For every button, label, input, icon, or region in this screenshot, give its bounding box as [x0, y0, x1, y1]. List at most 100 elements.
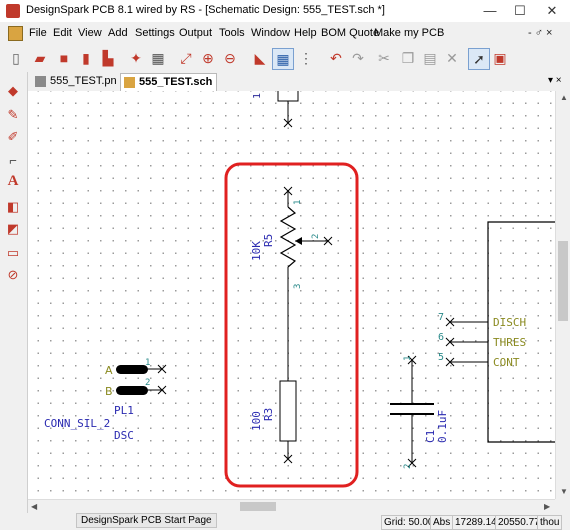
left-toolbar: ◆ ✎ ✐ ⌐ A ◧ ◩ ▭ ⊘	[0, 72, 28, 530]
ic-pin7-num: 7	[438, 312, 444, 323]
horizontal-scrollbar[interactable]: ◀ ▶	[28, 499, 555, 514]
zoom-out-icon[interactable]: ⊖	[220, 48, 240, 68]
r3-resistor[interactable]: 100 R3	[250, 380, 297, 464]
save-icon[interactable]: ■	[54, 48, 74, 68]
paint-icon[interactable]: ◣	[250, 48, 270, 68]
pl1-pin1-num: 1	[145, 358, 150, 368]
menu-settings[interactable]: Settings	[135, 27, 175, 39]
scroll-up-icon[interactable]: ▲	[560, 93, 568, 102]
tab-pcb[interactable]: 555_TEST.pn	[32, 73, 121, 90]
select-tool-icon[interactable]: ◆	[4, 82, 22, 100]
pl1-connector[interactable]: A B 1 2 PL1 CONN_SIL_2 DSC	[44, 358, 167, 442]
window-title: DesignSpark PCB 8.1 wired by RS - [Schem…	[26, 4, 385, 16]
shape-tool-icon[interactable]: ◧	[4, 198, 22, 216]
tab-schematic[interactable]: 555_TEST.sch	[120, 73, 218, 91]
start-page-tab[interactable]: DesignSpark PCB Start Page	[76, 513, 217, 528]
vertical-scrollbar[interactable]: ▲ ▼	[555, 91, 570, 499]
wire-tool-icon[interactable]: ✐	[4, 128, 22, 146]
copy-icon[interactable]: ❐	[398, 48, 418, 68]
r3-name-label: R3	[262, 408, 275, 421]
grid-status: Grid: 50.00	[381, 515, 437, 530]
ic-555[interactable]: 7 6 5 DISCH THRES CONT	[438, 221, 555, 443]
horizontal-scroll-thumb[interactable]	[240, 502, 276, 511]
cut-icon[interactable]: ✂	[374, 48, 394, 68]
pointer-icon[interactable]: ➚	[468, 48, 490, 70]
rect-tool-icon[interactable]: ▭	[4, 244, 22, 262]
menu-help[interactable]: Help	[294, 27, 317, 39]
scroll-down-icon[interactable]: ▼	[560, 487, 568, 496]
grid-icon[interactable]: ▦	[148, 48, 168, 68]
c1-value-label: 0.1uF	[436, 410, 449, 443]
new-icon[interactable]: ▯	[6, 48, 26, 68]
close-button[interactable]: ✕	[536, 0, 568, 22]
paste-icon[interactable]: ▤	[420, 48, 440, 68]
menu-file[interactable]: File	[29, 27, 47, 39]
open-icon[interactable]: ▰	[30, 48, 50, 68]
mdi-controls[interactable]: - ♂ ×	[528, 27, 552, 39]
component-icon[interactable]: ▣	[490, 48, 510, 68]
ic-pin6-name: THRES	[493, 336, 526, 349]
ic-pin7-name: DISCH	[493, 316, 526, 329]
lightning-icon[interactable]: ✦	[126, 48, 146, 68]
select-grid-icon[interactable]: ▦	[272, 48, 294, 70]
menu-tools[interactable]: Tools	[219, 27, 245, 39]
ic-pin5-name: CONT	[493, 356, 520, 369]
x-coordinate: 17289.14	[452, 515, 500, 530]
line-tool-icon[interactable]: ◩	[4, 220, 22, 238]
scroll-right-icon[interactable]: ▶	[544, 502, 550, 511]
menu-bar: File Edit View Add Settings Output Tools…	[0, 22, 570, 44]
c1-pin2-label: 2	[403, 464, 413, 469]
r5-potentiometer[interactable]: 1 2 3 10K R5	[250, 186, 333, 381]
minimize-button[interactable]: —	[474, 0, 506, 22]
bus-tool-icon[interactable]: ⌐	[4, 152, 22, 170]
pcb-doc-icon	[35, 76, 46, 87]
pl1-type-label: CONN_SIL_2	[44, 417, 110, 430]
menu-make-my-pcb[interactable]: Make my PCB	[374, 27, 444, 39]
tab-pcb-label: 555_TEST.pn	[50, 75, 117, 87]
pen-tool-icon[interactable]: ✎	[4, 106, 22, 124]
menu-window[interactable]: Window	[251, 27, 290, 39]
r5-pin2-label: 2	[311, 234, 321, 239]
schematic-drawing: 1 1 2 3 10K R5 100 R3 1 2 C1 0.1uF 7 6 5…	[44, 91, 555, 488]
menu-bom-quote[interactable]: BOM Quote	[321, 27, 379, 39]
toggle-grid-icon[interactable]: ⋮	[296, 48, 316, 68]
close-doc-icon[interactable]: ▮	[76, 48, 96, 68]
c1-pin1-label: 1	[403, 356, 413, 361]
app-logo-icon	[6, 4, 20, 18]
y-coordinate: 20550.77	[495, 515, 543, 530]
menu-view[interactable]: View	[78, 27, 102, 39]
text-tool-icon[interactable]: A	[4, 172, 22, 190]
document-tabs: 555_TEST.pn 555_TEST.sch ▾ ×	[28, 72, 570, 92]
tab-close-controls[interactable]: ▾ ×	[548, 75, 562, 86]
r5-pin1-label: 1	[293, 200, 303, 205]
maximize-button[interactable]: ☐	[504, 0, 536, 22]
pl1-extra-label: DSC	[114, 429, 134, 442]
menu-add[interactable]: Add	[108, 27, 128, 39]
schematic-canvas[interactable]: 1 1 2 3 10K R5 100 R3 1 2 C1 0.1uF 7 6 5…	[28, 91, 555, 499]
zoom-fit-icon[interactable]: ⤢	[176, 48, 196, 68]
circle-tool-icon[interactable]: ⊘	[4, 266, 22, 284]
title-bar: DesignSpark PCB 8.1 wired by RS - [Schem…	[0, 0, 570, 23]
pl1-pin-a-label: A	[105, 364, 113, 377]
pl1-pin2-num: 2	[145, 378, 150, 388]
zoom-in-icon[interactable]: ⊕	[198, 48, 218, 68]
top-partial-label: 1	[252, 93, 263, 99]
top-partial-component: 1	[252, 91, 299, 128]
menu-edit[interactable]: Edit	[53, 27, 72, 39]
vertical-scroll-thumb[interactable]	[558, 241, 568, 321]
undo-icon[interactable]: ↶	[326, 48, 346, 68]
ic-pin6-num: 6	[438, 332, 444, 343]
doc-menu-icon[interactable]	[8, 26, 23, 41]
r5-pin3-label: 3	[293, 284, 303, 289]
scroll-left-icon[interactable]: ◀	[31, 502, 37, 511]
c1-capacitor[interactable]: 1 2 C1 0.1uF	[390, 356, 449, 469]
status-bar: DesignSpark PCB Start Page Grid: 50.00 A…	[0, 513, 570, 530]
menu-output[interactable]: Output	[179, 27, 212, 39]
delete-icon[interactable]: ✕	[442, 48, 462, 68]
book-icon[interactable]: ▙	[98, 48, 118, 68]
tab-schematic-label: 555_TEST.sch	[139, 76, 213, 88]
units-status: thou	[537, 515, 563, 530]
redo-icon[interactable]: ↷	[348, 48, 368, 68]
r5-name-label: R5	[262, 234, 275, 247]
pl1-pin-b-label: B	[105, 385, 113, 398]
